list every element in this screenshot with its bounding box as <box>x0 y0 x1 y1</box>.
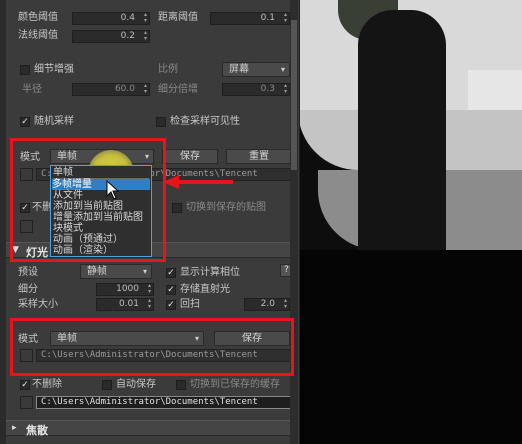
caustics-rollout[interactable]: ▸ 焦散 <box>6 420 298 437</box>
sample-size-label: 采样大小 <box>18 299 58 310</box>
panel-scrollbar[interactable] <box>290 0 298 444</box>
retrace-checkbox[interactable]: ✓ <box>166 300 176 310</box>
save-button[interactable]: 保存 <box>162 149 218 164</box>
preset-value: 静帧 <box>87 266 107 277</box>
menu-item-bucket-mode[interactable]: 块模式 <box>53 223 83 234</box>
scrollbar-thumb[interactable] <box>291 20 297 170</box>
scale-label: 比例 <box>158 64 178 75</box>
subdivs-spinner[interactable]: 1000 <box>96 283 154 296</box>
not-delete-checkbox-2[interactable]: ✓ <box>20 380 30 390</box>
viewport-render <box>298 0 522 444</box>
switch-cache-label: 切换到已保存的缓存 <box>190 379 280 390</box>
normal-threshold-label: 法线阈值 <box>18 30 58 41</box>
not-delete-label-2: 不删除 <box>32 379 62 390</box>
switch-saved-map-label: 切换到保存的贴图 <box>186 202 266 213</box>
red-arrow-annotation <box>163 175 233 189</box>
store-direct-light-checkbox[interactable]: ✓ <box>166 285 176 295</box>
chevron-down-icon: ▾ <box>142 267 147 276</box>
menu-item-animation-render[interactable]: 动画（渲染） <box>53 245 113 256</box>
detail-enhance-label: 细节增强 <box>34 64 74 75</box>
subdiv-mult-spinner[interactable]: 0.3 <box>222 83 290 96</box>
collapsed-triangle-icon: ▸ <box>12 423 17 433</box>
caustics-title: 焦散 <box>26 424 48 437</box>
retrace-spinner[interactable]: 2.0 <box>244 298 290 311</box>
color-threshold-spinner[interactable]: 0.4 <box>72 12 150 25</box>
check-visibility-label: 检查采样可见性 <box>170 116 240 127</box>
menu-item-multiframe-incremental[interactable]: 多帧增量 <box>52 179 150 190</box>
highlight-box-mode-2 <box>10 318 294 376</box>
menu-item-from-file[interactable]: 从文件 <box>53 190 83 201</box>
radius-label: 半径 <box>22 84 42 95</box>
auto-save-checkbox[interactable] <box>102 380 112 390</box>
menu-item-animation-prepass[interactable]: 动画（预通过） <box>53 234 123 245</box>
menu-item-incremental-add[interactable]: 增量添加到当前贴图 <box>53 212 143 223</box>
subdivs-label: 细分 <box>18 284 38 295</box>
distance-threshold-spinner[interactable]: 0.1 <box>210 12 290 25</box>
radius-spinner[interactable]: 60.0 <box>72 83 150 96</box>
chevron-down-icon: ▾ <box>280 65 285 74</box>
switch-cache-checkbox[interactable] <box>176 380 186 390</box>
check-visibility-checkbox[interactable] <box>156 117 166 127</box>
scale-dropdown[interactable]: 屏幕 ▾ <box>222 62 290 77</box>
show-calc-phase-checkbox[interactable]: ✓ <box>166 268 176 278</box>
mode-dropdown-menu[interactable]: 单帧 多帧增量 从文件 添加到当前贴图 增量添加到当前贴图 块模式 动画（预通过… <box>50 165 152 257</box>
normal-threshold-spinner[interactable]: 0.2 <box>72 30 150 43</box>
menu-item-add-to-current-map[interactable]: 添加到当前贴图 <box>53 201 123 212</box>
reset-button[interactable]: 重置 <box>226 149 292 164</box>
random-sampling-label: 随机采样 <box>34 116 74 127</box>
color-threshold-label: 颜色阈值 <box>18 12 58 23</box>
detail-enhance-checkbox[interactable] <box>20 65 30 75</box>
file-path-field-3[interactable]: C:\Users\Administrator\Documents\Tencent… <box>36 396 292 409</box>
scale-value: 屏幕 <box>229 64 249 75</box>
sample-size-spinner[interactable]: 0.01 <box>96 298 154 311</box>
auto-save-label: 自动保存 <box>116 379 156 390</box>
browse-button-4[interactable] <box>20 396 33 409</box>
subdiv-mult-label: 细分倍增 <box>158 84 198 95</box>
preset-label: 预设 <box>18 267 38 278</box>
mouse-cursor-icon <box>106 180 120 200</box>
random-sampling-checkbox[interactable]: ✓ <box>20 117 30 127</box>
preset-dropdown[interactable]: 静帧 ▾ <box>80 264 152 279</box>
distance-threshold-label: 距离阈值 <box>158 12 198 23</box>
store-direct-light-label: 存储直射光 <box>180 284 230 295</box>
show-calc-phase-label: 显示计算相位 <box>180 267 240 278</box>
retrace-label: 回扫 <box>180 299 200 310</box>
menu-item-single-frame[interactable]: 单帧 <box>53 167 73 178</box>
switch-saved-map-checkbox[interactable] <box>172 203 182 213</box>
